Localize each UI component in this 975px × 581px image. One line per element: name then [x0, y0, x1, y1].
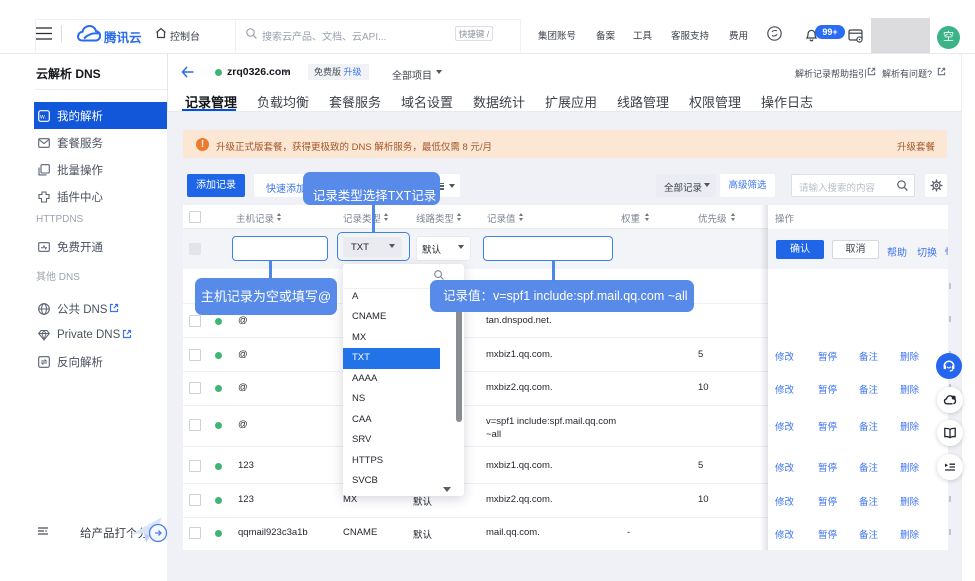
svg-text:w.: w. — [39, 113, 46, 120]
